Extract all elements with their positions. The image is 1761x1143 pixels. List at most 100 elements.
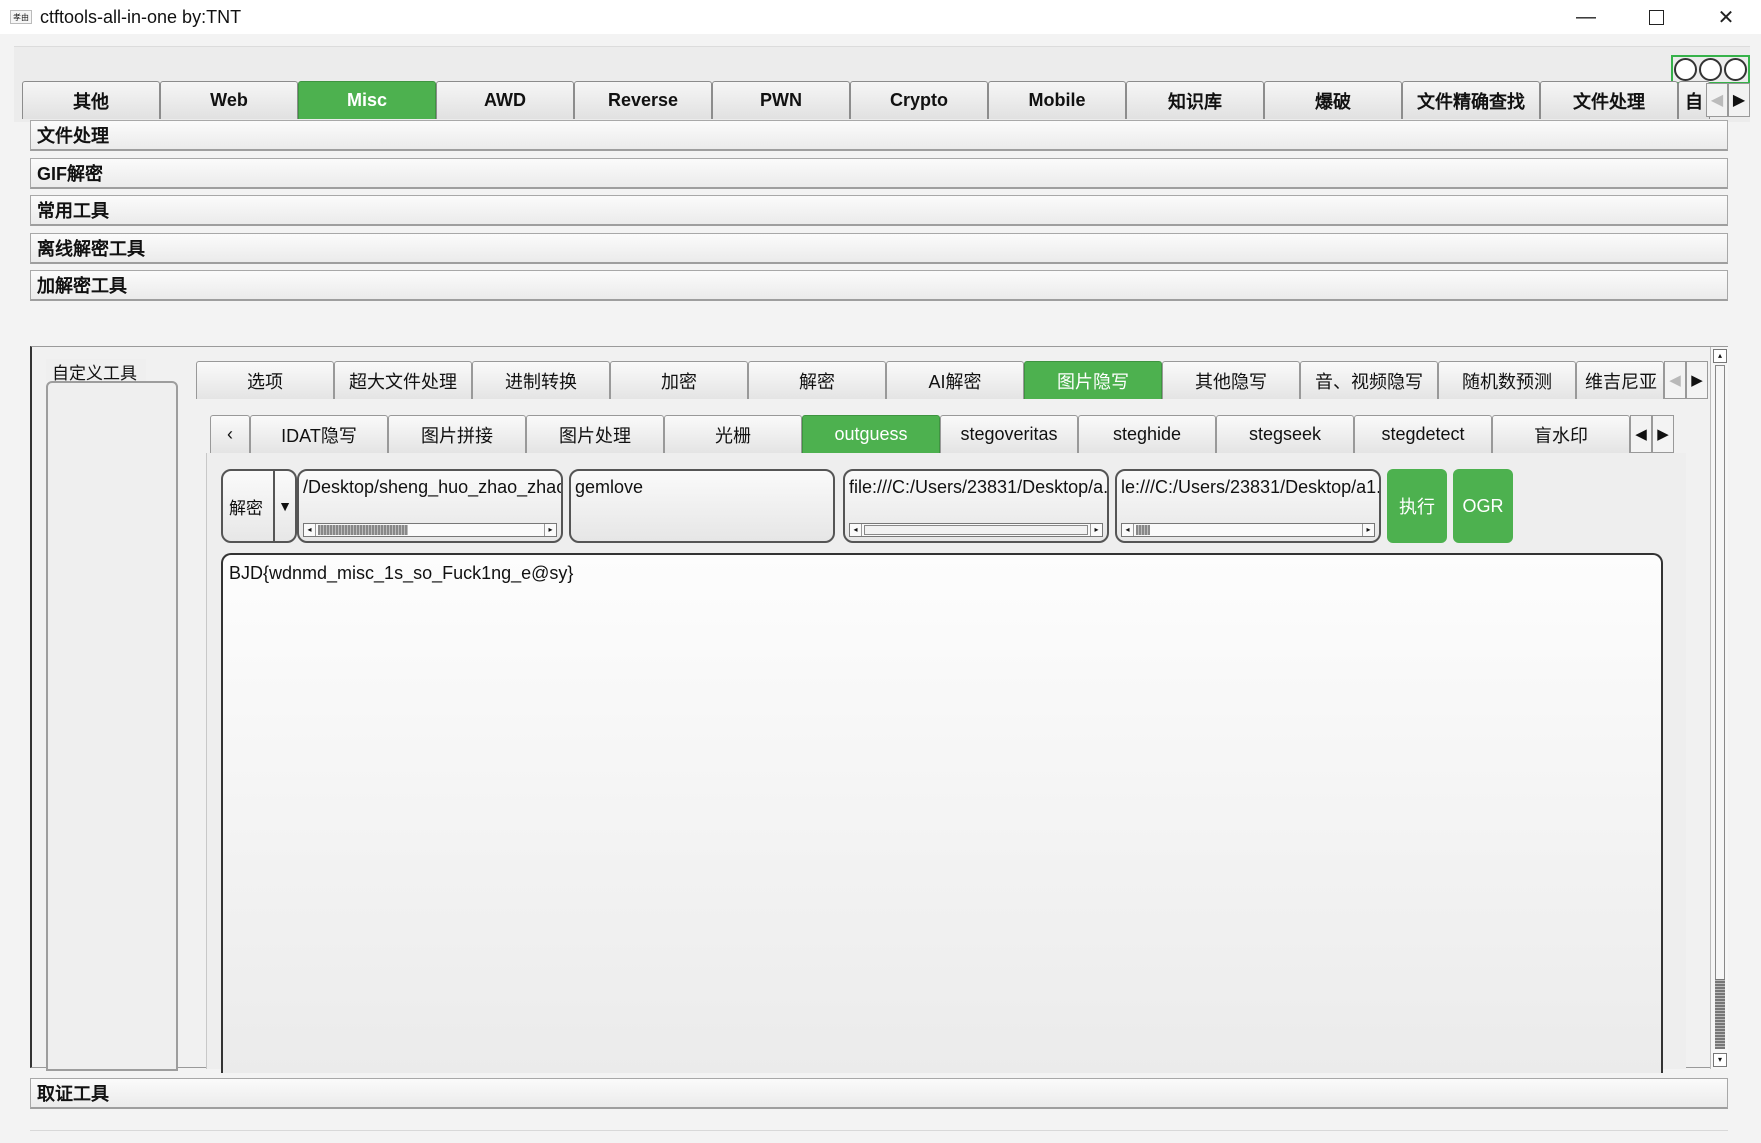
tool-tab[interactable]: IDAT隐写	[250, 415, 388, 453]
scroll-up-icon[interactable]: ▴	[1713, 349, 1727, 363]
output-file-scrollbar[interactable]: ◂ ▸	[1121, 523, 1375, 537]
scrollbar-track[interactable]	[1715, 365, 1725, 1045]
accordion-header[interactable]: GIF解密	[30, 158, 1728, 189]
input-file-field[interactable]: file:///C:/Users/23831/Desktop/a.txt ◂ ▸	[843, 469, 1109, 543]
scrollbar-thumb[interactable]	[864, 525, 1088, 535]
main-tab[interactable]: Misc	[298, 81, 436, 119]
tool-tab[interactable]: stegdetect	[1354, 415, 1492, 453]
tool-tab[interactable]: stegseek	[1216, 415, 1354, 453]
category-tab[interactable]: 随机数预测	[1438, 361, 1576, 399]
category-tab[interactable]: 进制转换	[472, 361, 610, 399]
chevron-down-icon[interactable]: ▼	[273, 471, 295, 541]
scroll-right-icon[interactable]: ▸	[1090, 524, 1102, 536]
scroll-down-icon[interactable]: ▾	[1713, 1053, 1727, 1067]
main-tab[interactable]: Reverse	[574, 81, 712, 119]
category-tab-scroll: ◀ ▶	[1664, 361, 1708, 399]
output-file-value: le:///C:/Users/23831/Desktop/a1.txt	[1121, 477, 1379, 497]
accordion-header[interactable]: 加解密工具	[30, 270, 1728, 301]
image-path-field[interactable]: /Desktop/sheng_huo_zhao_zhao.jpg ◂ ▸	[297, 469, 563, 543]
custom-tools-label: 自定义工具	[46, 359, 146, 383]
outguess-workspace: 解密 ▼ /Desktop/sheng_huo_zhao_zhao.jpg ◂ …	[206, 453, 1686, 1073]
custom-tools-list[interactable]	[46, 381, 178, 1071]
tool-tab[interactable]: 盲水印	[1492, 415, 1630, 453]
circle-icon	[1724, 58, 1747, 81]
scroll-right-icon[interactable]: ▶	[1728, 83, 1750, 117]
divider	[30, 1130, 1728, 1131]
app-icon: 孝由	[10, 10, 32, 24]
category-tab[interactable]: 加密	[610, 361, 748, 399]
mode-select-value: 解密	[229, 498, 263, 518]
status-circles[interactable]	[1671, 55, 1750, 84]
scroll-left-icon[interactable]: ◀	[1664, 361, 1686, 399]
circle-icon	[1674, 58, 1697, 81]
input-file-value: file:///C:/Users/23831/Desktop/a.txt	[849, 477, 1107, 497]
category-tab[interactable]: 解密	[748, 361, 886, 399]
scroll-right-icon[interactable]: ▶	[1652, 415, 1674, 453]
accordion-header[interactable]: 文件处理	[30, 120, 1728, 151]
title-bar: 孝由 ctftools-all-in-one by:TNT — ✕	[0, 0, 1761, 34]
main-tab[interactable]: 爆破	[1264, 81, 1402, 119]
main-tab[interactable]: 文件处理	[1540, 81, 1678, 119]
mode-select[interactable]: 解密 ▼	[221, 469, 297, 543]
category-tab[interactable]: 维吉尼亚	[1576, 361, 1664, 399]
output-file-field[interactable]: le:///C:/Users/23831/Desktop/a1.txt ◂ ▸	[1115, 469, 1381, 543]
main-tab[interactable]: 文件精确查找	[1402, 81, 1540, 119]
scroll-left-icon[interactable]: ◂	[304, 524, 316, 536]
category-tabs: 选项 超大文件处理 进制转换 加密 解密 AI解密 图片隐写 其他隐写 音、视频隐写 随机数预测维…	[196, 361, 1664, 399]
tool-tab[interactable]: 图片拼接	[388, 415, 526, 453]
output-textarea[interactable]: BJD{wdnmd_misc_1s_so_Fuck1ng_e@sy}	[221, 553, 1663, 1073]
scroll-right-icon[interactable]: ▶	[1686, 361, 1708, 399]
scroll-right-icon[interactable]: ▸	[1362, 524, 1374, 536]
scrollbar-thumb[interactable]	[1136, 525, 1150, 535]
tool-tab-scroll: ◀ ▶	[1630, 415, 1674, 453]
main-tab[interactable]: PWN	[712, 81, 850, 119]
tool-tab-bar: ‹ IDAT隐写 图片拼接 图片处理 光栅 outguess stegoveritas st…	[210, 415, 1674, 453]
top-tab-area: 其他 Web Misc AWD Reverse PWN Crypto Mobile 知识库 爆破文…	[14, 46, 1750, 122]
accordion-header[interactable]: 常用工具	[30, 195, 1728, 226]
tool-tab[interactable]: outguess	[802, 415, 940, 453]
main-tab[interactable]: Mobile	[988, 81, 1126, 119]
category-tab[interactable]: 其他隐写	[1162, 361, 1300, 399]
scrollbar-thumb[interactable]	[318, 525, 408, 535]
scroll-left-icon[interactable]: ◀	[1630, 415, 1652, 453]
main-tab[interactable]: AWD	[436, 81, 574, 119]
run-button[interactable]: 执行	[1387, 469, 1447, 543]
main-tab[interactable]: Crypto	[850, 81, 988, 119]
scroll-right-icon[interactable]: ▸	[544, 524, 556, 536]
category-tab[interactable]: 超大文件处理	[334, 361, 472, 399]
tool-tab[interactable]: 光栅	[664, 415, 802, 453]
category-tab[interactable]: 图片隐写	[1024, 361, 1162, 399]
window-title: ctftools-all-in-one by:TNT	[40, 6, 242, 27]
category-tab[interactable]: 音、视频隐写	[1300, 361, 1438, 399]
scroll-left-icon[interactable]: ◂	[1122, 524, 1134, 536]
key-field[interactable]: gemlove	[569, 469, 835, 543]
accordion-forensics[interactable]: 取证工具	[30, 1078, 1728, 1109]
maximize-button[interactable]	[1621, 0, 1691, 34]
tool-tab[interactable]: stegoveritas	[940, 415, 1078, 453]
tool-tabs: IDAT隐写 图片拼接 图片处理 光栅 outguess stegoveritas steg…	[250, 415, 1630, 453]
scrollbar-thumb[interactable]	[1715, 979, 1725, 1049]
ogr-button[interactable]: OGR	[1453, 469, 1513, 543]
image-path-scrollbar[interactable]: ◂ ▸	[303, 523, 557, 537]
main-tab[interactable]: 知识库	[1126, 81, 1264, 119]
tool-tab[interactable]: steghide	[1078, 415, 1216, 453]
accordion-header[interactable]: 离线解密工具	[30, 233, 1728, 264]
scroll-left-icon[interactable]: ◂	[850, 524, 862, 536]
category-tab-bar: 选项 超大文件处理 进制转换 加密 解密 AI解密 图片隐写 其他隐写 音、视频隐写 随机数预测维…	[196, 361, 1708, 399]
input-file-scrollbar[interactable]: ◂ ▸	[849, 523, 1103, 537]
main-tab-scroll: ◀ ▶	[1706, 83, 1750, 117]
minimize-button[interactable]: —	[1551, 0, 1621, 34]
category-tab[interactable]: AI解密	[886, 361, 1024, 399]
panel-scrollbar[interactable]: ▴ ▾	[1710, 347, 1728, 1069]
close-button[interactable]: ✕	[1691, 0, 1761, 34]
circle-icon	[1699, 58, 1722, 81]
tab-clipped-left[interactable]: ‹	[210, 415, 250, 453]
category-tab[interactable]: 选项	[196, 361, 334, 399]
tool-tab[interactable]: 图片处理	[526, 415, 664, 453]
scroll-left-icon[interactable]: ◀	[1706, 83, 1728, 117]
image-path-value: /Desktop/sheng_huo_zhao_zhao.jpg	[303, 477, 561, 497]
maximize-icon	[1648, 9, 1664, 25]
window-controls: — ✕	[1551, 0, 1761, 34]
main-tab[interactable]: 其他	[22, 81, 160, 119]
main-tab[interactable]: Web	[160, 81, 298, 119]
